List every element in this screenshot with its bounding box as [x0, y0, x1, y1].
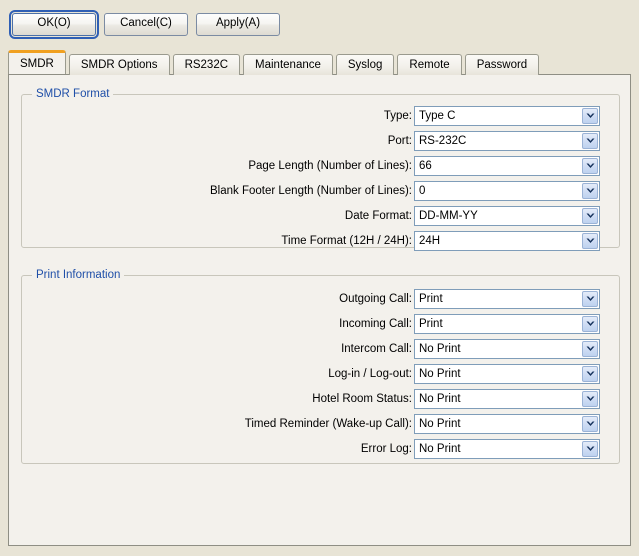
group-print-information-title: Print Information	[32, 269, 124, 281]
combobox-blank-footer-length-number-of-lines[interactable]: 0	[414, 181, 600, 201]
field-label: Type:	[384, 106, 412, 126]
field-label: Intercom Call:	[341, 339, 412, 359]
combobox-outgoing-call[interactable]: Print	[414, 289, 600, 309]
tab-smdr[interactable]: SMDR	[8, 50, 66, 74]
combobox-time-format-12h-24h[interactable]: 24H	[414, 231, 600, 251]
tab-label: Maintenance	[255, 59, 321, 71]
tab-label: Syslog	[348, 59, 383, 71]
field-label: Page Length (Number of Lines):	[248, 156, 412, 176]
tab-remote[interactable]: Remote	[397, 54, 461, 75]
tab-strip: SMDR SMDR Options RS232C Maintenance Syslog R…	[8, 52, 539, 74]
field-label: Log-in / Log-out:	[328, 364, 412, 384]
dialog-button-bar: OK(O) Cancel(C) Apply(A)	[0, 0, 639, 48]
tab-password[interactable]: Password	[465, 54, 540, 75]
cancel-button-label: Cancel(C)	[120, 18, 172, 30]
chevron-down-icon[interactable]	[582, 183, 598, 199]
apply-button[interactable]: Apply(A)	[196, 13, 280, 36]
group-smdr-format: SMDR Format Type:Type CPort:RS-232CPage …	[21, 94, 620, 248]
combobox-value: Print	[415, 315, 582, 333]
field-label: Port:	[388, 131, 412, 151]
chevron-down-icon[interactable]	[582, 316, 598, 332]
group-smdr-format-title: SMDR Format	[32, 88, 113, 100]
combobox-value: No Print	[415, 390, 582, 408]
field-label: Date Format:	[345, 206, 412, 226]
cancel-button[interactable]: Cancel(C)	[104, 13, 188, 36]
tab-label: Remote	[409, 59, 449, 71]
combobox-value: DD-MM-YY	[415, 207, 582, 225]
combobox-value: No Print	[415, 415, 582, 433]
chevron-down-icon[interactable]	[582, 133, 598, 149]
chevron-down-icon[interactable]	[582, 291, 598, 307]
tab-label: SMDR Options	[81, 59, 158, 71]
combobox-incoming-call[interactable]: Print	[414, 314, 600, 334]
field-label: Error Log:	[361, 439, 412, 459]
chevron-down-icon[interactable]	[582, 158, 598, 174]
chevron-down-icon[interactable]	[582, 391, 598, 407]
tab-label: RS232C	[185, 59, 228, 71]
combobox-value: RS-232C	[415, 132, 582, 150]
combobox-log-in-log-out[interactable]: No Print	[414, 364, 600, 384]
ok-button[interactable]: OK(O)	[12, 13, 96, 36]
combobox-value: Print	[415, 290, 582, 308]
tab-smdr-options[interactable]: SMDR Options	[69, 54, 170, 75]
chevron-down-icon[interactable]	[582, 441, 598, 457]
combobox-page-length-number-of-lines[interactable]: 66	[414, 156, 600, 176]
tab-syslog[interactable]: Syslog	[336, 54, 395, 75]
chevron-down-icon[interactable]	[582, 233, 598, 249]
tab-panel-smdr: SMDR Format Type:Type CPort:RS-232CPage …	[8, 74, 631, 546]
tab-label: SMDR	[20, 58, 54, 70]
combobox-error-log[interactable]: No Print	[414, 439, 600, 459]
combobox-value: No Print	[415, 440, 582, 458]
combobox-value: 24H	[415, 232, 582, 250]
tab-maintenance[interactable]: Maintenance	[243, 54, 333, 75]
ok-button-label: OK(O)	[37, 18, 70, 30]
field-label: Outgoing Call:	[339, 289, 412, 309]
combobox-type[interactable]: Type C	[414, 106, 600, 126]
tab-label: Password	[477, 59, 528, 71]
field-label: Time Format (12H / 24H):	[281, 231, 412, 251]
combobox-date-format[interactable]: DD-MM-YY	[414, 206, 600, 226]
combobox-timed-reminder-wake-up-call[interactable]: No Print	[414, 414, 600, 434]
apply-button-label: Apply(A)	[216, 18, 260, 30]
combobox-value: Type C	[415, 107, 582, 125]
field-label: Timed Reminder (Wake-up Call):	[245, 414, 412, 434]
chevron-down-icon[interactable]	[582, 341, 598, 357]
chevron-down-icon[interactable]	[582, 416, 598, 432]
tab-rs232c[interactable]: RS232C	[173, 54, 240, 75]
combobox-value: No Print	[415, 340, 582, 358]
field-label: Incoming Call:	[339, 314, 412, 334]
combobox-intercom-call[interactable]: No Print	[414, 339, 600, 359]
chevron-down-icon[interactable]	[582, 208, 598, 224]
combobox-value: No Print	[415, 365, 582, 383]
combobox-port[interactable]: RS-232C	[414, 131, 600, 151]
field-label: Blank Footer Length (Number of Lines):	[210, 181, 412, 201]
field-label: Hotel Room Status:	[312, 389, 412, 409]
combobox-value: 0	[415, 182, 582, 200]
combobox-hotel-room-status[interactable]: No Print	[414, 389, 600, 409]
combobox-value: 66	[415, 157, 582, 175]
group-print-information: Print Information Outgoing Call:PrintInc…	[21, 275, 620, 464]
chevron-down-icon[interactable]	[582, 366, 598, 382]
chevron-down-icon[interactable]	[582, 108, 598, 124]
